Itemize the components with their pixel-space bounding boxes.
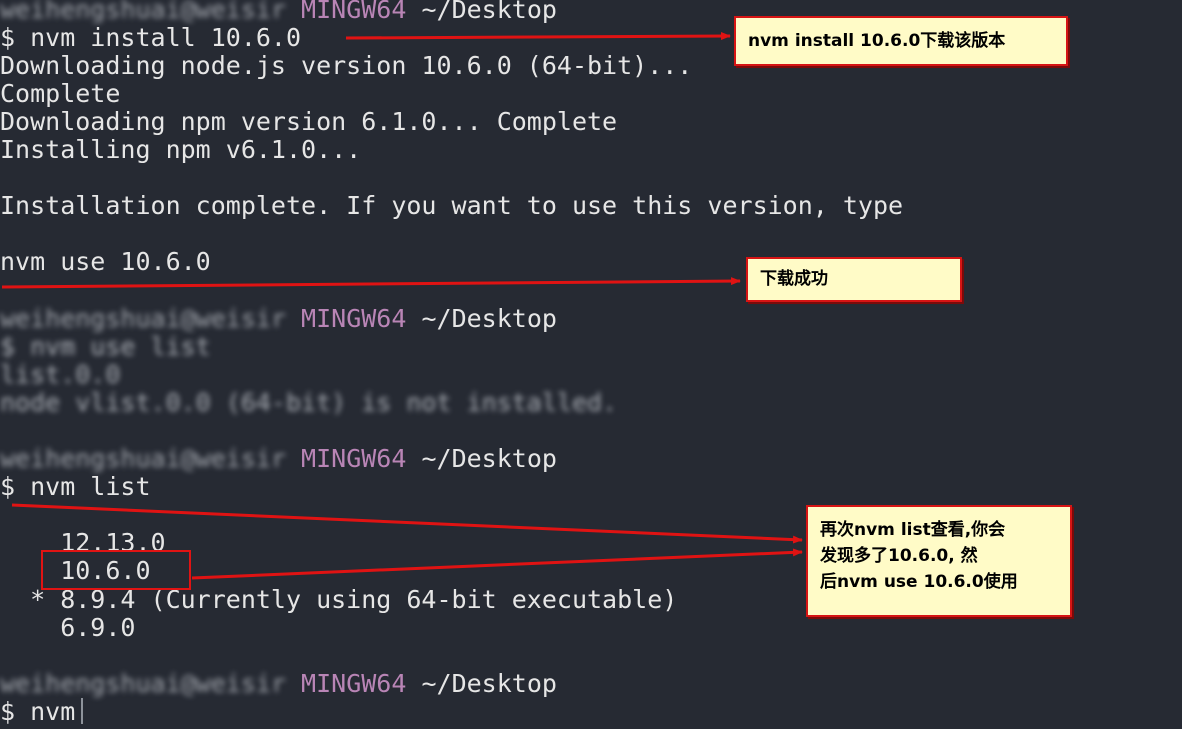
- callout-list-line: 发现多了10.6.0, 然: [820, 546, 978, 566]
- callout-install-note: nvm install 10.6.0下载该版本: [734, 16, 1068, 66]
- arrow-version: [191, 548, 803, 580]
- callout-list-line: 后nvm use 10.6.0使用: [820, 572, 1018, 592]
- callout-list-line: 再次nvm list查看,你会: [820, 520, 1006, 540]
- arrow-success: [1, 277, 741, 289]
- callout-success-note: 下载成功: [746, 257, 962, 302]
- arrow-install: [345, 32, 731, 41]
- arrow-list: [11, 503, 803, 544]
- callout-list-note: 再次nvm list查看,你会 发现多了10.6.0, 然 后nvm use 1…: [806, 505, 1072, 617]
- annotation-arrows: [1, 32, 803, 580]
